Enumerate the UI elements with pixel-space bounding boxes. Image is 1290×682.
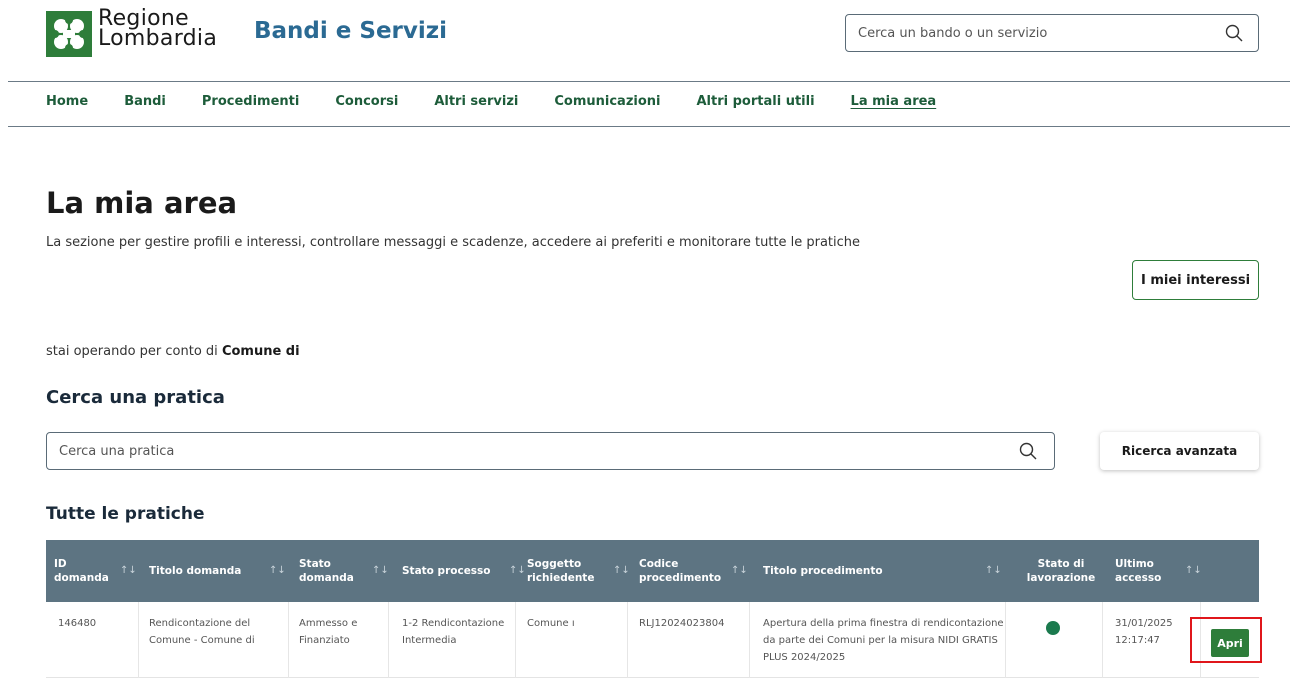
cell-line: Ammesso e — [299, 618, 358, 629]
column-header-soggetto[interactable]: Soggetto richiedente ↑↓ — [527, 540, 630, 602]
column-label: Stato di — [1037, 558, 1085, 570]
operating-prefix: stai operando per conto di — [46, 344, 218, 359]
logo-wordmark[interactable]: Regione Lombardia — [98, 8, 218, 51]
column-label: domanda — [54, 572, 109, 584]
nav-divider — [8, 126, 1290, 127]
site-header: Regione Lombardia Bandi e Servizi — [0, 0, 1290, 80]
page-subtitle: La sezione per gestire profili e interes… — [46, 235, 861, 250]
column-label: accesso — [1115, 572, 1162, 584]
sort-icon[interactable]: ↑↓ — [120, 564, 137, 578]
column-label: procedimento — [639, 572, 722, 584]
column-divider — [138, 602, 139, 678]
cell-line: 12:17:47 — [1115, 635, 1160, 646]
nav-procedimenti[interactable]: Procedimenti — [202, 94, 299, 114]
nav-comunicazioni[interactable]: Comunicazioni — [554, 94, 660, 114]
cell-titolo-procedimento: Apertura della prima finestra di rendico… — [763, 615, 1004, 666]
operating-entity: Comune di — [221, 344, 300, 359]
cell-soggetto: Comune ı — [527, 618, 575, 629]
column-header-titolo-domanda[interactable]: Titolo domanda ↑↓ — [149, 540, 289, 602]
cell-line: Comune - Comune di — [149, 635, 255, 646]
nav-bandi[interactable]: Bandi — [124, 94, 166, 114]
main-nav: Home Bandi Procedimenti Concorsi Altri s… — [46, 94, 972, 114]
sort-icon[interactable]: ↑↓ — [372, 564, 389, 578]
page-title: La mia area — [46, 186, 238, 220]
practice-search-box — [46, 432, 1055, 470]
column-header-id[interactable]: ID domanda ↑↓ — [54, 540, 137, 602]
sort-icon[interactable]: ↑↓ — [985, 564, 1002, 578]
column-divider — [388, 602, 389, 678]
practice-search-input[interactable] — [47, 433, 987, 469]
advanced-search-button[interactable]: Ricerca avanzata — [1100, 432, 1259, 470]
column-label: Titolo domanda — [149, 565, 242, 577]
status-dot-icon — [1046, 621, 1060, 635]
column-header-ultimo-accesso[interactable]: Ultimo accesso ↑↓ — [1115, 540, 1205, 602]
cell-stato-processo: 1-2 Rendicontazione Intermedia — [402, 615, 504, 649]
column-header-stato-lavorazione[interactable]: Stato di lavorazione — [1026, 540, 1096, 602]
sort-icon[interactable]: ↑↓ — [731, 564, 748, 578]
column-header-codice[interactable]: Codice procedimento ↑↓ — [639, 540, 749, 602]
column-label: Stato processo — [402, 565, 491, 577]
column-label: Ultimo — [1115, 558, 1154, 570]
column-header-stato-domanda[interactable]: Stato domanda ↑↓ — [299, 540, 399, 602]
column-divider — [515, 602, 516, 678]
cell-codice: RLJ12024023804 — [639, 618, 725, 629]
cell-line: PLUS 2024/2025 — [763, 652, 846, 663]
sort-icon[interactable]: ↑↓ — [269, 564, 286, 578]
sort-icon[interactable]: ↑↓ — [509, 564, 526, 578]
operating-on-behalf: stai operando per conto di Comune di — [46, 344, 300, 359]
regione-lombardia-logo-icon[interactable] — [46, 11, 92, 57]
logo-line-2: Lombardia — [98, 26, 218, 51]
table-header: ID domanda ↑↓ Titolo domanda ↑↓ Stato doma… — [46, 540, 1259, 602]
cell-line: Apertura della prima finestra di rendico… — [763, 618, 1004, 629]
search-icon[interactable] — [1224, 23, 1244, 43]
column-label: domanda — [299, 572, 354, 584]
cell-stato-domanda: Ammesso e Finanziato — [299, 615, 357, 649]
site-search-box — [845, 14, 1259, 52]
cell-line: 1-2 Rendicontazione — [402, 618, 505, 629]
column-label: Soggetto — [527, 558, 582, 570]
column-label: ID — [54, 558, 67, 570]
cell-line: Finanziato — [299, 635, 350, 646]
column-divider — [627, 602, 628, 678]
column-label: Stato — [299, 558, 331, 570]
cell-line: 31/01/2025 — [1115, 618, 1173, 629]
nav-concorsi[interactable]: Concorsi — [335, 94, 398, 114]
sort-icon[interactable]: ↑↓ — [613, 564, 630, 578]
my-interests-button[interactable]: I miei interessi — [1132, 260, 1259, 300]
header-divider — [8, 81, 1290, 82]
sort-icon[interactable]: ↑↓ — [1185, 564, 1202, 578]
cell-line: da parte dei Comuni per la misura NIDI G… — [763, 635, 998, 646]
search-practice-title: Cerca una pratica — [46, 387, 225, 408]
cell-id: 146480 — [58, 618, 97, 629]
table-row[interactable]: 146480 Rendicontazione del Comune - Comu… — [46, 602, 1262, 678]
nav-altri-portali[interactable]: Altri portali utili — [697, 94, 815, 114]
column-label: richiedente — [527, 572, 595, 584]
column-divider — [1005, 602, 1006, 678]
search-icon[interactable] — [1018, 441, 1038, 461]
column-label: lavorazione — [1026, 572, 1096, 584]
column-divider — [1102, 602, 1103, 678]
cell-titolo-domanda: Rendicontazione del Comune - Comune di — [149, 615, 255, 649]
site-title[interactable]: Bandi e Servizi — [254, 18, 447, 44]
column-header-titolo-procedimento[interactable]: Titolo procedimento ↑↓ — [763, 540, 1003, 602]
cell-line: Intermedia — [402, 635, 457, 646]
practices-table: ID domanda ↑↓ Titolo domanda ↑↓ Stato doma… — [46, 540, 1262, 678]
practices-table-title: Tutte le pratiche — [46, 504, 205, 524]
column-header-stato-processo[interactable]: Stato processo ↑↓ — [402, 540, 526, 602]
nav-la-mia-area[interactable]: La mia area — [851, 94, 937, 114]
column-divider — [288, 602, 289, 678]
nav-altri-servizi[interactable]: Altri servizi — [434, 94, 518, 114]
cell-line: Rendicontazione del — [149, 618, 251, 629]
column-divider — [749, 602, 750, 678]
open-button[interactable]: Apri — [1211, 629, 1249, 657]
cell-ultimo-accesso: 31/01/2025 12:17:47 — [1115, 615, 1173, 649]
column-label: Codice — [639, 558, 679, 570]
column-label: Titolo procedimento — [763, 565, 883, 577]
nav-home[interactable]: Home — [46, 94, 88, 114]
site-search-input[interactable] — [846, 15, 1206, 51]
